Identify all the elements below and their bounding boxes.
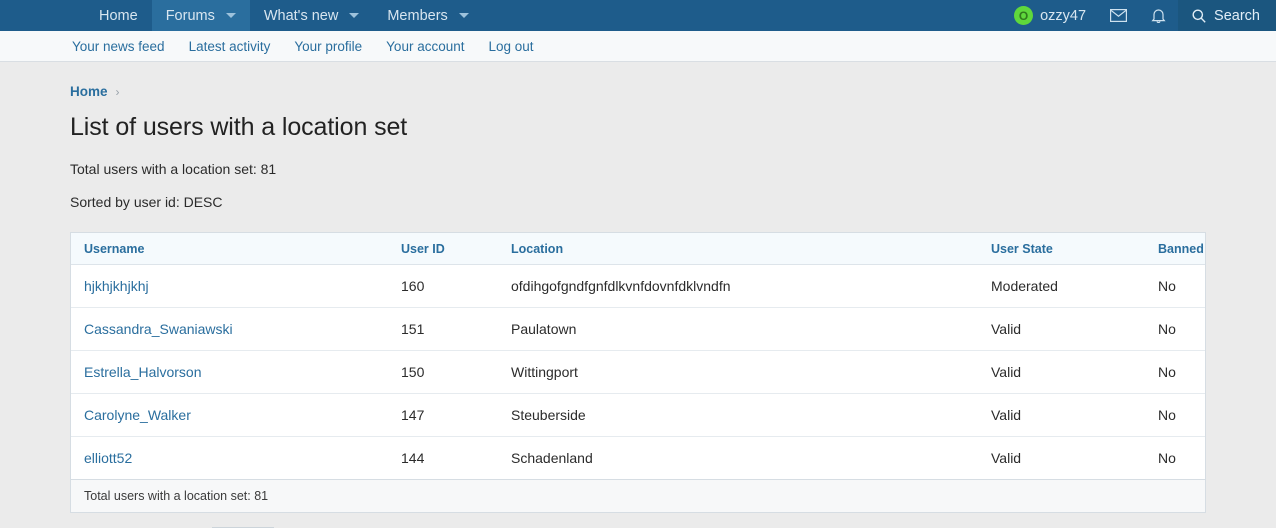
table-row: Cassandra_Swaniawski 151 Paulatown Valid… xyxy=(71,308,1205,351)
breadcrumb: Home › xyxy=(70,62,1206,99)
nav-item-label: Home xyxy=(99,8,138,24)
username-label: ozzy47 xyxy=(1040,8,1086,24)
cell-banned: No xyxy=(1145,394,1205,437)
cell-location: Schadenland xyxy=(498,437,978,480)
chevron-down-icon[interactable] xyxy=(349,13,359,18)
table-header-row: Username User ID Location User State Ban… xyxy=(71,233,1205,265)
table-body: hjkhjkhjkhj 160 ofdihgofgndfgnfdlkvnfdov… xyxy=(71,265,1205,480)
cell-location: Steuberside xyxy=(498,394,978,437)
table-row: Estrella_Halvorson 150 Wittingport Valid… xyxy=(71,351,1205,394)
bell-icon[interactable] xyxy=(1138,0,1178,31)
nav-right-group: O ozzy47 Search xyxy=(1002,0,1276,31)
cell-username: Cassandra_Swaniawski xyxy=(71,308,388,351)
table-row: Carolyne_Walker 147 Steuberside Valid No xyxy=(71,394,1205,437)
nav-item-home[interactable]: Home xyxy=(85,0,152,31)
column-header-banned: Banned xyxy=(1145,233,1205,265)
user-link[interactable]: Carolyne_Walker xyxy=(84,407,191,423)
cell-location: Paulatown xyxy=(498,308,978,351)
users-table-container: Username User ID Location User State Ban… xyxy=(70,232,1206,513)
user-link[interactable]: elliott52 xyxy=(84,450,132,466)
chevron-down-icon[interactable] xyxy=(226,13,236,18)
chevron-right-icon: › xyxy=(116,85,120,99)
cell-user-state: Valid xyxy=(978,437,1145,480)
chevron-down-icon[interactable] xyxy=(459,13,469,18)
user-link[interactable]: hjkhjkhjkhj xyxy=(84,278,149,294)
user-link[interactable]: Estrella_Halvorson xyxy=(84,364,202,380)
breadcrumb-item-home[interactable]: Home xyxy=(70,84,108,99)
nav-item-forums[interactable]: Forums xyxy=(152,0,250,31)
cell-banned: No xyxy=(1145,308,1205,351)
cell-user-state: Valid xyxy=(978,394,1145,437)
search-label: Search xyxy=(1214,8,1260,24)
page-content: Home › List of users with a location set… xyxy=(0,62,1276,528)
cell-user-id: 150 xyxy=(388,351,498,394)
subnav-item-latest-activity[interactable]: Latest activity xyxy=(189,39,271,54)
cell-user-id: 147 xyxy=(388,394,498,437)
nav-item-label: What's new xyxy=(264,8,339,24)
envelope-icon[interactable] xyxy=(1098,0,1138,31)
cell-username: elliott52 xyxy=(71,437,388,480)
table-footer-total: Total users with a location set: 81 xyxy=(71,479,1205,512)
users-table: Username User ID Location User State Ban… xyxy=(71,233,1205,479)
cell-user-state: Valid xyxy=(978,308,1145,351)
nav-item-members[interactable]: Members xyxy=(373,0,482,31)
cell-banned: No xyxy=(1145,265,1205,308)
total-users-text: Total users with a location set: 81 xyxy=(70,161,1206,177)
cell-user-id: 160 xyxy=(388,265,498,308)
subnav-item-your-profile[interactable]: Your profile xyxy=(294,39,362,54)
nav-item-label: Members xyxy=(387,8,447,24)
column-header-username: Username xyxy=(71,233,388,265)
sorted-by-text: Sorted by user id: DESC xyxy=(70,194,1206,210)
column-header-user-state: User State xyxy=(978,233,1145,265)
cell-user-state: Valid xyxy=(978,351,1145,394)
nav-item-label: Forums xyxy=(166,8,215,24)
cell-banned: No xyxy=(1145,437,1205,480)
primary-nav-items: Home Forums What's new Members xyxy=(85,0,483,31)
cell-location: ofdihgofgndfgnfdlkvnfdovnfdklvndfn xyxy=(498,265,978,308)
cell-username: Estrella_Halvorson xyxy=(71,351,388,394)
cell-username: Carolyne_Walker xyxy=(71,394,388,437)
user-menu[interactable]: O ozzy47 xyxy=(1002,0,1098,31)
secondary-navigation-bar: Your news feed Latest activity Your prof… xyxy=(0,31,1276,62)
search-button[interactable]: Search xyxy=(1178,0,1276,31)
cell-location: Wittingport xyxy=(498,351,978,394)
table-row: elliott52 144 Schadenland Valid No xyxy=(71,437,1205,480)
nav-item-whats-new[interactable]: What's new xyxy=(250,0,374,31)
page-title: List of users with a location set xyxy=(70,113,1206,142)
table-head: Username User ID Location User State Ban… xyxy=(71,233,1205,265)
column-header-location: Location xyxy=(498,233,978,265)
subnav-item-your-account[interactable]: Your account xyxy=(386,39,464,54)
subnav-item-log-out[interactable]: Log out xyxy=(488,39,533,54)
cell-user-id: 151 xyxy=(388,308,498,351)
table-row: hjkhjkhjkhj 160 ofdihgofgndfgnfdlkvnfdov… xyxy=(71,265,1205,308)
cell-user-id: 144 xyxy=(388,437,498,480)
main-navigation-bar: Home Forums What's new Members O ozzy47 xyxy=(0,0,1276,31)
avatar: O xyxy=(1014,6,1033,25)
subnav-item-your-news-feed[interactable]: Your news feed xyxy=(72,39,165,54)
cell-banned: No xyxy=(1145,351,1205,394)
column-header-user-id: User ID xyxy=(388,233,498,265)
search-icon xyxy=(1192,9,1206,23)
cell-user-state: Moderated xyxy=(978,265,1145,308)
user-link[interactable]: Cassandra_Swaniawski xyxy=(84,321,233,337)
cell-username: hjkhjkhjkhj xyxy=(71,265,388,308)
